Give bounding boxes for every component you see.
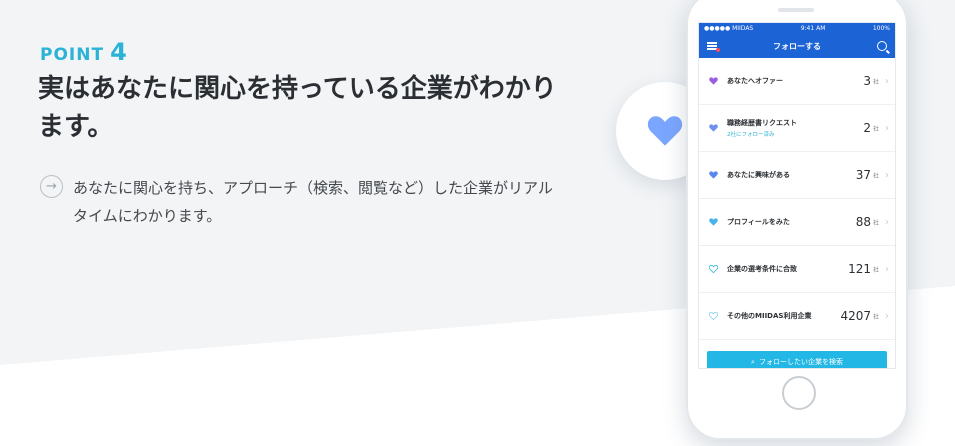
heart-icon	[647, 116, 683, 146]
search-icon: ⌕	[751, 357, 755, 366]
phone-screen: ●●●●● MIIDAS 9:41 AM 100% フォローする あなたへオファ…	[698, 22, 896, 369]
row-count: 3	[863, 74, 871, 88]
nav-title: フォローする	[773, 41, 821, 51]
status-battery: 100%	[872, 25, 890, 32]
row-count: 88	[855, 215, 871, 229]
list-item[interactable]: 企業の選考条件に合致 121 社 ›	[699, 246, 895, 293]
row-label-block: 職務経歴書リクエスト 2社にフォロー済み	[727, 118, 863, 138]
row-count: 2	[863, 121, 871, 135]
row-label: その他のMIIDAS利用企業	[727, 312, 812, 320]
description-block: → あなたに関心を持ち、アプローチ（検索、閲覧など）した企業がリアルタイムにわか…	[40, 174, 560, 230]
point-heading: POINT 4	[40, 38, 128, 66]
chevron-right-icon: ›	[885, 122, 889, 134]
heart-icon	[707, 77, 719, 85]
row-count: 37	[855, 168, 871, 182]
chevron-right-icon: ›	[885, 263, 889, 275]
search-companies-button[interactable]: ⌕ フォローしたい企業を検索	[707, 351, 887, 368]
list-item[interactable]: あなたへオファー 3 社 ›	[699, 58, 895, 105]
phone-mockup: ●●●●● MIIDAS 9:41 AM 100% フォローする あなたへオファ…	[686, 0, 908, 440]
heart-icon	[707, 171, 719, 179]
row-sublabel: 2社にフォロー済み	[727, 132, 775, 138]
row-unit: 社	[872, 266, 879, 274]
description-text: あなたに関心を持ち、アプローチ（検索、閲覧など）した企業がリアルタイムにわかりま…	[73, 179, 553, 225]
row-label: プロフィールをみた	[727, 218, 790, 226]
heart-icon	[707, 218, 719, 226]
heart-icon	[707, 124, 719, 132]
list-item[interactable]: 職務経歴書リクエスト 2社にフォロー済み 2 社 ›	[699, 105, 895, 152]
arrow-right-icon: →	[40, 175, 63, 198]
row-unit: 社	[872, 125, 879, 133]
row-label: 職務経歴書リクエスト	[727, 119, 797, 127]
list-item[interactable]: プロフィールをみた 88 社 ›	[699, 199, 895, 246]
row-unit: 社	[872, 78, 879, 86]
status-time: 9:41 AM	[800, 25, 826, 32]
headline: 実はあなたに関心を持っている企業がわかります。	[38, 74, 557, 142]
row-unit: 社	[872, 313, 879, 321]
follow-list: あなたへオファー 3 社 › 職務経歴書リクエスト 2社にフォロー済み 2 社 …	[699, 58, 895, 340]
status-bar: ●●●●● MIIDAS 9:41 AM 100%	[699, 23, 895, 34]
point-label: POINT	[40, 45, 105, 65]
row-unit: 社	[872, 219, 879, 227]
chevron-right-icon: ›	[885, 75, 889, 87]
row-unit: 社	[872, 172, 879, 180]
cta-label: フォローしたい企業を検索	[758, 358, 843, 366]
row-count: 121	[848, 262, 871, 276]
row-label: 企業の選考条件に合致	[727, 265, 797, 273]
status-carrier: ●●●●● MIIDAS	[704, 25, 754, 32]
menu-icon[interactable]	[707, 42, 720, 52]
chevron-right-icon: ›	[885, 216, 889, 228]
list-item[interactable]: あなたに興味がある 37 社 ›	[699, 152, 895, 199]
phone-speaker	[778, 8, 814, 12]
point-number: 4	[110, 38, 128, 66]
row-count: 4207	[840, 309, 871, 323]
search-icon[interactable]	[877, 41, 887, 51]
row-label: あなたへオファー	[727, 77, 783, 85]
chevron-right-icon: ›	[885, 310, 889, 322]
list-item[interactable]: その他のMIIDAS利用企業 4207 社 ›	[699, 293, 895, 340]
heart-outline-icon	[707, 265, 719, 273]
row-label: あなたに興味がある	[727, 171, 790, 179]
chevron-right-icon: ›	[885, 169, 889, 181]
home-button[interactable]	[782, 376, 816, 410]
heart-outline-icon	[707, 312, 719, 320]
app-navbar: フォローする	[699, 34, 895, 58]
